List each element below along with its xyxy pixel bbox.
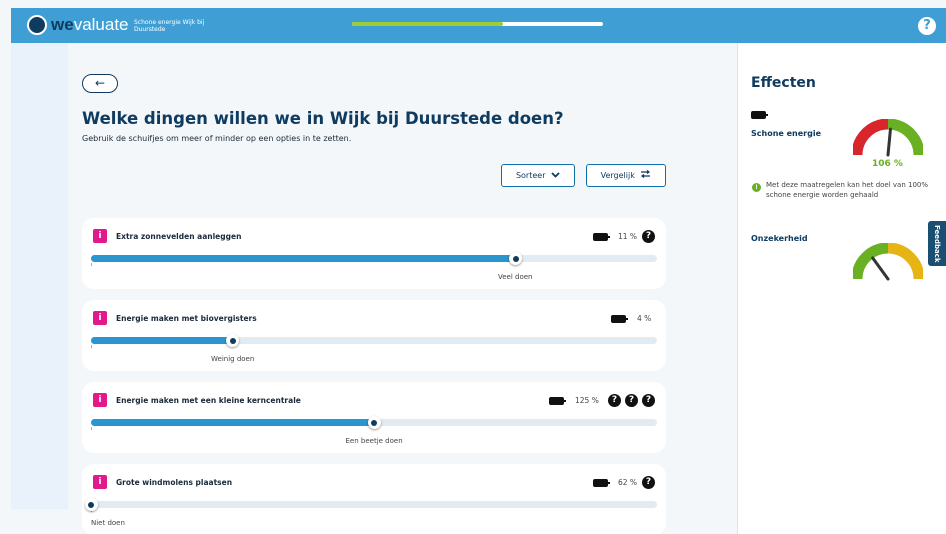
option-title: Energie maken met biovergisters xyxy=(116,314,257,323)
energy-label: Schone energie xyxy=(751,129,821,138)
info-icon[interactable]: i xyxy=(93,311,107,325)
effects-panel xyxy=(737,43,946,534)
slider-tick xyxy=(91,345,92,348)
gauge-needle xyxy=(886,127,892,157)
option-percent: 125 % xyxy=(575,396,599,405)
slider-handle[interactable] xyxy=(226,334,239,347)
option-title: Grote windmolens plaatsen xyxy=(116,478,233,487)
option-percent: 4 % xyxy=(637,314,652,323)
page-title: Welke dingen willen we in Wijk bij Duurs… xyxy=(82,109,564,128)
slider-fill xyxy=(91,255,516,262)
battery-icon xyxy=(751,111,768,119)
slider-fill xyxy=(91,337,233,344)
gauge-needle xyxy=(871,256,890,281)
swap-arrows-icon xyxy=(641,170,651,178)
chevron-down-icon xyxy=(551,172,560,178)
back-button[interactable]: ← xyxy=(82,74,118,93)
gauge-yellow xyxy=(887,243,923,280)
slider-handle[interactable] xyxy=(367,416,381,429)
feedback-tab[interactable]: Feedback xyxy=(928,221,946,266)
option-title: Energie maken met een kleine kerncentral… xyxy=(116,396,301,405)
uncertainty-gauge xyxy=(853,243,923,281)
compare-button[interactable]: Vergelijk xyxy=(586,164,666,187)
sort-button[interactable]: Sorteer xyxy=(501,164,575,187)
option-slider[interactable] xyxy=(84,498,657,512)
compare-label: Vergelijk xyxy=(600,171,635,180)
energy-gauge xyxy=(853,119,923,157)
uncertainty-label: Onzekerheid xyxy=(751,234,808,243)
app-logo-text[interactable]: wevaluate xyxy=(51,15,129,35)
option-card-biovergisters: i Energie maken met biovergisters 4 % We… xyxy=(82,300,666,371)
question-icon[interactable]: ? xyxy=(642,230,655,243)
wevaluate-logo-icon xyxy=(27,15,47,35)
page-subtitle: Gebruik de schuifjes om meer of minder o… xyxy=(82,134,352,143)
slider-tick xyxy=(91,263,92,266)
slider-fill xyxy=(91,419,374,426)
effects-title: Effecten xyxy=(751,75,816,91)
effects-note: Met deze maatregelen kan het doel van 10… xyxy=(766,181,929,199)
check-icon: ! xyxy=(752,183,761,192)
battery-icon xyxy=(611,315,628,323)
energy-percent: 106 % xyxy=(872,159,903,169)
option-card-zonnevelden: i Extra zonnevelden aanleggen 11 % ? Vee… xyxy=(82,218,666,289)
help-icon[interactable]: ? xyxy=(918,17,936,35)
slider-tick xyxy=(91,427,92,430)
option-slider[interactable] xyxy=(91,416,657,430)
option-title: Extra zonnevelden aanleggen xyxy=(116,232,242,241)
top-bar: wevaluate Schone energie Wijk bij Duurst… xyxy=(11,8,946,43)
option-card-windmolens: i Grote windmolens plaatsen 62 % ? Niet … xyxy=(82,464,666,534)
option-card-kerncentrale: i Energie maken met een kleine kerncentr… xyxy=(82,382,666,453)
option-slider[interactable] xyxy=(91,252,657,266)
slider-level-label: Weinig doen xyxy=(211,355,255,363)
info-icon[interactable]: i xyxy=(93,229,107,243)
slider-level-label: Een beetje doen xyxy=(345,437,403,445)
battery-icon xyxy=(593,233,610,241)
question-icon[interactable]: ? xyxy=(642,394,655,407)
question-icon[interactable]: ? xyxy=(642,476,655,489)
sort-label: Sorteer xyxy=(515,171,546,180)
progress-fill xyxy=(352,22,503,26)
question-icon[interactable]: ? xyxy=(608,394,621,407)
gauge-red xyxy=(853,119,889,156)
option-percent: 62 % xyxy=(618,478,638,487)
battery-icon xyxy=(593,479,610,487)
info-icon[interactable]: i xyxy=(93,393,107,407)
question-icon[interactable]: ? xyxy=(625,394,638,407)
project-title: Schone energie Wijk bij Duurstede xyxy=(134,19,205,33)
option-slider[interactable] xyxy=(91,334,657,348)
info-icon[interactable]: i xyxy=(93,475,107,489)
progress-bar xyxy=(352,22,603,26)
option-percent: 11 % xyxy=(618,232,638,241)
slider-level-label: Niet doen xyxy=(91,519,125,527)
slider-handle[interactable] xyxy=(84,498,98,511)
slider-handle[interactable] xyxy=(509,252,522,265)
battery-icon xyxy=(549,397,566,405)
gauge-green xyxy=(887,119,923,156)
slider-level-label: Veel doen xyxy=(498,273,533,281)
